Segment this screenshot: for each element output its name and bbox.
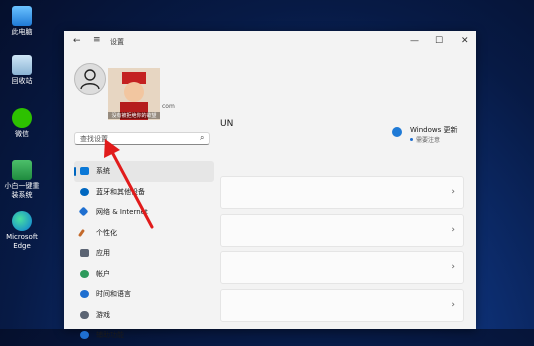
accessibility-icon bbox=[80, 331, 89, 339]
nav-item-label: 辅助功能 bbox=[96, 331, 124, 339]
annotation-arrow bbox=[104, 139, 154, 229]
